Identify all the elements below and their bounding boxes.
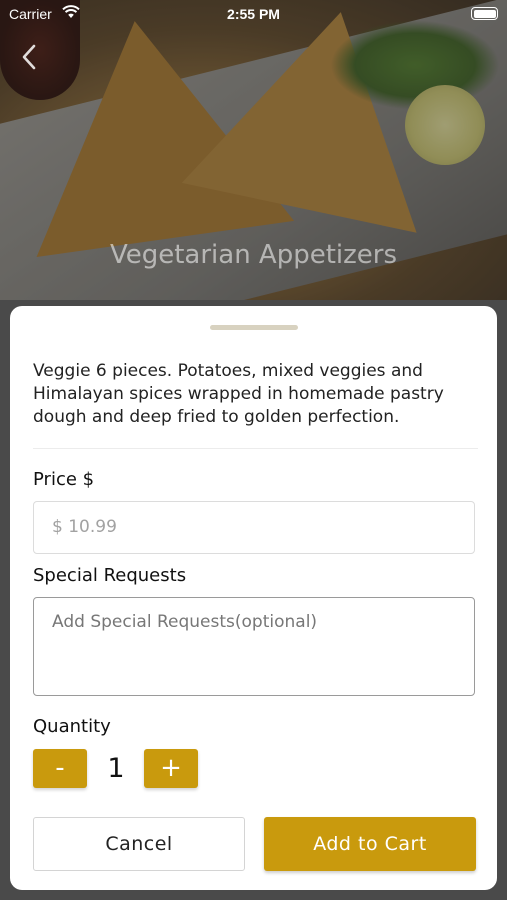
divider: [33, 448, 478, 449]
add-to-cart-button[interactable]: Add to Cart: [264, 817, 476, 871]
increase-quantity-button[interactable]: +: [144, 749, 198, 788]
cancel-button[interactable]: Cancel: [33, 817, 245, 871]
item-description: Veggie 6 pieces. Potatoes, mixed veggies…: [33, 361, 444, 427]
quantity-value: 1: [107, 753, 125, 784]
battery-icon: [471, 7, 498, 20]
status-time: 2:55 PM: [227, 6, 280, 22]
decrease-quantity-button[interactable]: -: [33, 749, 87, 788]
quantity-label: Quantity: [33, 716, 111, 737]
special-requests-label: Special Requests: [33, 565, 187, 586]
category-title: Vegetarian Appetizers: [109, 240, 398, 270]
status-bar: Carrier 2:55 PM: [0, 0, 507, 28]
sheet-drag-handle[interactable]: [210, 325, 298, 330]
price-field: $ 10.99: [33, 501, 475, 554]
chevron-left-icon: [21, 44, 37, 74]
add-item-sheet: Veggie 6 pieces. Potatoes, mixed veggies…: [10, 306, 497, 890]
back-button[interactable]: [16, 44, 42, 74]
special-requests-input[interactable]: [33, 597, 475, 696]
price-label: Price $: [33, 469, 95, 490]
